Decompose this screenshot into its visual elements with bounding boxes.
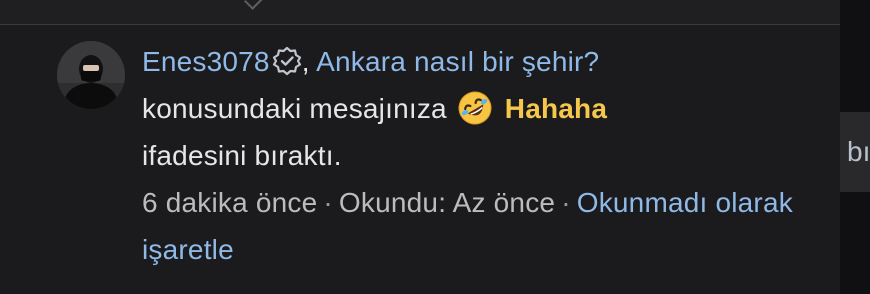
comma: , [301,46,310,77]
separator: · [561,187,571,218]
top-strip [0,0,840,24]
avatar[interactable] [57,41,125,109]
text-before-reaction: konusundaki mesajınıza [142,93,447,124]
verified-badge-icon [272,46,301,76]
right-partial-text: bı [847,136,870,167]
chevron-icon [244,0,264,10]
text-after-reaction: ifadesini bıraktı. [142,140,342,171]
username-link[interactable]: Enes3078 [142,46,270,77]
separator: · [323,187,333,218]
thread-title-link[interactable]: Ankara nasıl bir şehir? [316,46,599,77]
time-ago: 6 dakika önce [142,187,318,218]
read-status: Okundu: Az önce [338,187,556,218]
reaction-name: Hahaha [504,93,608,124]
notification-body[interactable]: Enes3078 , Ankara nasıl bir şehir? konus… [142,38,822,273]
rolling-on-floor-laughing-emoji-icon [458,91,492,125]
